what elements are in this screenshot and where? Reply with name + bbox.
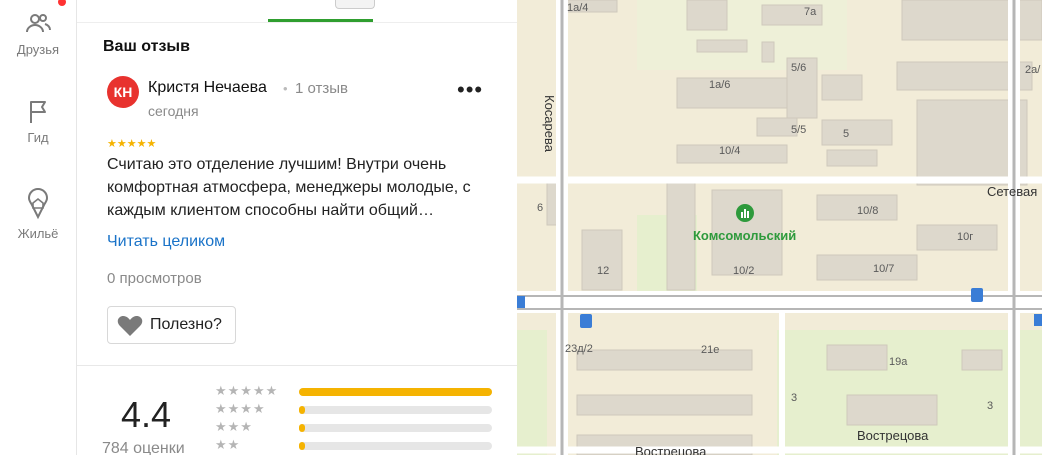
distribution-row: ★★★: [215, 419, 495, 435]
house-number: 5: [843, 128, 850, 140]
map[interactable]: 1а/4 7а 2а/ 1а/6 5/6 5/5 5 10/4 6 10/8 1…: [517, 0, 1042, 455]
distribution-stars: ★★: [215, 437, 241, 452]
poi-marker-icon[interactable]: [736, 204, 754, 222]
flag-icon: [30, 101, 46, 123]
house-number: 10/7: [873, 263, 895, 275]
distribution-bar-fill: [299, 424, 305, 432]
house-number: 3: [791, 392, 798, 404]
housing-icon: [27, 187, 49, 220]
rail-item-label: Жильё: [17, 226, 59, 241]
author-review-count: 1 отзыв: [295, 80, 349, 97]
house-number: 23д/2: [565, 343, 593, 355]
notification-dot: [58, 0, 66, 6]
distribution-bar-track: [299, 406, 492, 414]
street-label: Косарева: [542, 95, 557, 152]
house-number: 10/4: [719, 145, 741, 157]
avatar[interactable]: КН: [107, 76, 139, 108]
heart-icon: [117, 316, 143, 336]
poi-label[interactable]: Комсомольский: [693, 228, 796, 243]
street-label: Вострецова: [635, 444, 707, 455]
distribution-stars: ★★★★: [215, 401, 266, 416]
street-label: Сетевая: [987, 184, 1038, 199]
rail-item-guide[interactable]: Гид: [0, 98, 76, 145]
house-number: 6: [537, 202, 544, 214]
house-number: 10г: [957, 231, 974, 243]
review-text: Считаю это отделение лучшим! Внутри очен…: [107, 156, 471, 219]
distribution-row: ★★: [215, 437, 495, 453]
street-label: Вострецова: [857, 428, 929, 443]
house-number: 5/5: [791, 124, 807, 136]
house-number: 10/2: [733, 265, 755, 277]
useful-label: Полезно?: [150, 316, 222, 333]
distribution-bar-fill: [299, 442, 305, 450]
useful-button[interactable]: Полезно?: [107, 306, 236, 344]
distribution-bar-track: [299, 388, 492, 396]
house-number: 1а/6: [709, 79, 731, 91]
house-number: 3: [987, 400, 994, 412]
house-number: 7а: [804, 6, 817, 18]
distribution-bar-track: [299, 442, 492, 450]
rail-item-friends[interactable]: Друзья: [0, 10, 76, 57]
section-title: Ваш отзыв: [103, 38, 190, 55]
rating-value: 4.4: [121, 394, 172, 435]
active-tab-indicator: [268, 19, 373, 22]
distribution-bar-fill: [299, 388, 492, 396]
rating-count: 784 оценки: [102, 440, 185, 455]
left-rail: Друзья Гид Жильё: [0, 0, 77, 455]
views-count: 0 просмотров: [107, 270, 202, 287]
distribution-row: ★★★★★: [215, 383, 495, 399]
distribution-bar-fill: [299, 406, 305, 414]
more-options-button[interactable]: •••: [457, 79, 483, 108]
rail-item-label: Гид: [27, 130, 49, 145]
review-panel: Ваш отзыв КН Кристя Нечаева • 1 отзыв се…: [77, 0, 517, 455]
read-more-link[interactable]: Читать целиком: [107, 233, 225, 251]
separator-dot: •: [283, 81, 288, 96]
friends-icon: [26, 14, 51, 33]
house-number: 19а: [889, 356, 908, 368]
review-stars: ★★★★★: [107, 138, 157, 150]
review-author[interactable]: Кристя Нечаева: [148, 79, 267, 97]
house-number: 10/8: [857, 205, 879, 217]
tab-chip[interactable]: [335, 0, 375, 9]
distribution-row: ★★★★: [215, 401, 495, 417]
review-date: сегодня: [148, 103, 199, 119]
distribution-stars: ★★★: [215, 419, 253, 434]
distribution-stars: ★★★★★: [215, 383, 279, 398]
distribution-bar-track: [299, 424, 492, 432]
house-number: 21е: [701, 344, 720, 356]
house-number: 5/6: [791, 62, 807, 74]
divider: [77, 365, 517, 366]
rail-item-label: Друзья: [16, 42, 60, 57]
house-number: 2а/: [1025, 64, 1041, 76]
house-number: 1а/4: [567, 2, 589, 14]
rail-item-housing[interactable]: Жильё: [0, 186, 76, 241]
house-number: 12: [597, 265, 610, 277]
